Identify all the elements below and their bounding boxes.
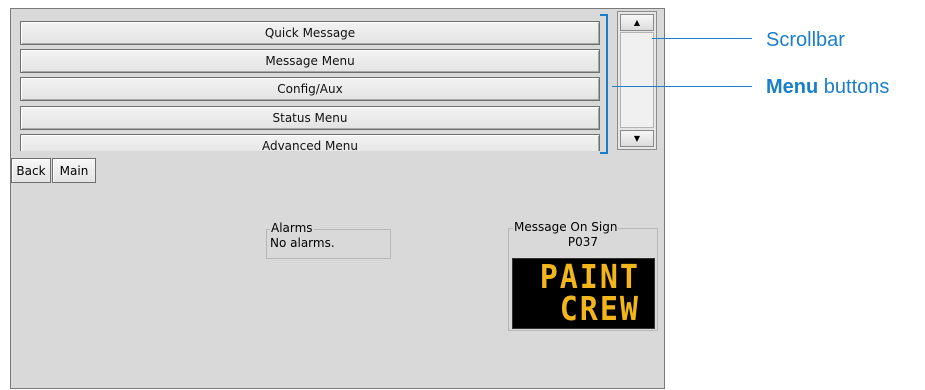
- advanced-menu-button[interactable]: Advanced Menu: [20, 134, 600, 151]
- menu-list: Quick Message Message Menu Config/Aux St…: [11, 9, 614, 151]
- quick-message-button[interactable]: Quick Message: [20, 21, 600, 45]
- scroll-down-button[interactable]: ▼: [620, 130, 654, 147]
- alarms-panel: Alarms No alarms.: [266, 221, 391, 259]
- scrollbar-callout-label: Scrollbar: [766, 29, 845, 51]
- menu-callout-bold: Menu: [766, 76, 819, 98]
- menu-buttons-callout-line: [612, 86, 752, 87]
- sign-message-id: P037: [567, 235, 599, 249]
- config-aux-button[interactable]: Config/Aux: [20, 77, 600, 101]
- menu-buttons-callout-label: Menu buttons: [766, 76, 889, 98]
- main-button[interactable]: Main: [52, 158, 96, 183]
- back-button[interactable]: Back: [11, 158, 51, 183]
- scrollbar-callout-line: [652, 38, 752, 39]
- scrollbar-track[interactable]: [620, 32, 654, 128]
- alarms-title: Alarms: [270, 221, 314, 235]
- sign-preview: PAINT CREW: [512, 258, 655, 329]
- triangle-up-icon: ▲: [633, 18, 641, 27]
- scroll-up-button[interactable]: ▲: [620, 14, 654, 31]
- status-menu-button[interactable]: Status Menu: [20, 106, 600, 130]
- sign-title: Message On Sign: [513, 220, 619, 234]
- touch-screen: Quick Message Message Menu Config/Aux St…: [10, 8, 665, 389]
- menu-callout-rest: buttons: [818, 76, 890, 98]
- message-on-sign-panel: Message On Sign P037 PAINT CREW: [508, 220, 658, 331]
- message-menu-button[interactable]: Message Menu: [20, 49, 600, 73]
- triangle-down-icon: ▼: [633, 134, 641, 143]
- sign-line-2: CREW: [559, 289, 640, 329]
- menu-scrollbar[interactable]: ▲ ▼: [617, 11, 657, 150]
- alarms-status: No alarms.: [270, 236, 335, 250]
- menu-buttons-bracket: [600, 14, 608, 154]
